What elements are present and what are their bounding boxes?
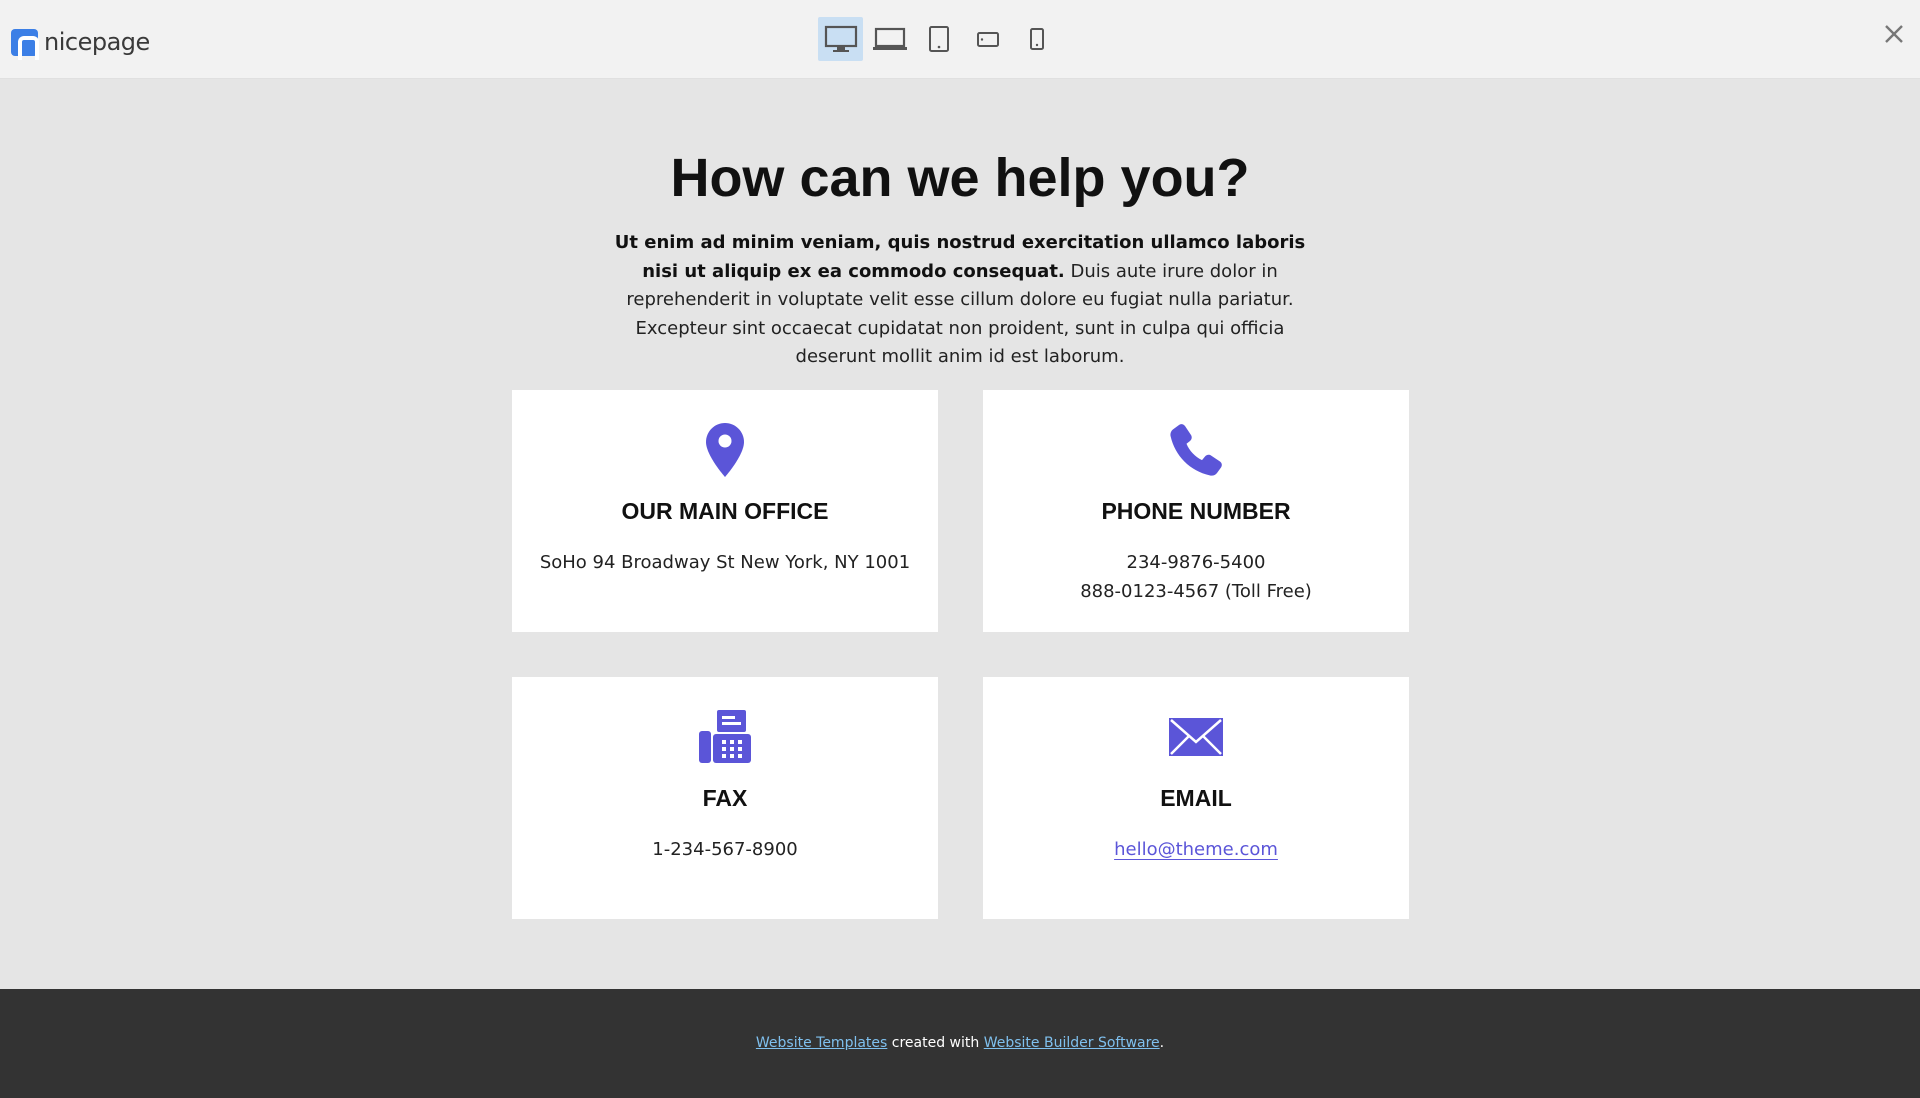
phone-portrait-icon bbox=[1029, 28, 1044, 50]
fax-number: 1-234-567-8900 bbox=[652, 839, 798, 860]
website-builder-link[interactable]: Website Builder Software bbox=[984, 1035, 1160, 1051]
phone-number: 234-9876-5400 bbox=[1126, 552, 1266, 573]
laptop-icon bbox=[872, 27, 907, 50]
email-card: EMAIL hello@theme.com bbox=[983, 677, 1409, 919]
card-title: EMAIL bbox=[1160, 785, 1232, 811]
nicepage-logo-icon bbox=[11, 28, 39, 60]
device-laptop-button[interactable] bbox=[867, 17, 912, 61]
card-title: OUR MAIN OFFICE bbox=[621, 498, 829, 524]
contact-section: How can we help you? Ut enim ad minim ve… bbox=[0, 79, 1920, 989]
device-switcher bbox=[818, 17, 1063, 61]
device-phone-landscape-button[interactable] bbox=[965, 17, 1010, 61]
nicepage-logo[interactable]: nicepage bbox=[11, 28, 150, 60]
fax-icon bbox=[699, 710, 751, 763]
footer-middle-text: created with bbox=[887, 1035, 984, 1051]
desktop-icon bbox=[824, 25, 857, 52]
email-link[interactable]: hello@theme.com bbox=[983, 839, 1409, 860]
page-title: How can we help you? bbox=[670, 148, 1250, 208]
website-templates-link[interactable]: Website Templates bbox=[756, 1035, 887, 1051]
intro-paragraph: Ut enim ad minim veniam, quis nostrud ex… bbox=[600, 229, 1320, 372]
preview-toolbar: nicepage bbox=[0, 0, 1920, 79]
device-tablet-button[interactable] bbox=[916, 17, 961, 61]
phone-card: PHONE NUMBER 234-9876-5400 888-0123-4567… bbox=[983, 390, 1409, 632]
close-icon bbox=[1885, 25, 1903, 43]
device-desktop-button[interactable] bbox=[818, 17, 863, 61]
location-pin-icon bbox=[706, 423, 744, 477]
device-phone-portrait-button[interactable] bbox=[1014, 17, 1059, 61]
phone-icon bbox=[1170, 424, 1222, 476]
footer: Website Templates created with Website B… bbox=[0, 989, 1920, 1098]
logo-text: nicepage bbox=[44, 28, 150, 56]
office-card: OUR MAIN OFFICE SoHo 94 Broadway St New … bbox=[512, 390, 938, 632]
card-title: PHONE NUMBER bbox=[1101, 498, 1291, 524]
office-address: SoHo 94 Broadway St New York, NY 1001 bbox=[539, 552, 911, 573]
footer-credit: Website Templates created with Website B… bbox=[0, 1035, 1920, 1051]
toll-free-number: 888-0123-4567 (Toll Free) bbox=[1080, 581, 1312, 602]
fax-card: FAX 1-234-567-8900 bbox=[512, 677, 938, 919]
footer-end-text: . bbox=[1159, 1035, 1165, 1051]
phone-landscape-icon bbox=[976, 32, 999, 47]
close-preview-button[interactable] bbox=[1880, 20, 1908, 48]
card-title: FAX bbox=[702, 785, 748, 811]
tablet-icon bbox=[928, 26, 949, 52]
envelope-icon bbox=[1169, 718, 1223, 756]
